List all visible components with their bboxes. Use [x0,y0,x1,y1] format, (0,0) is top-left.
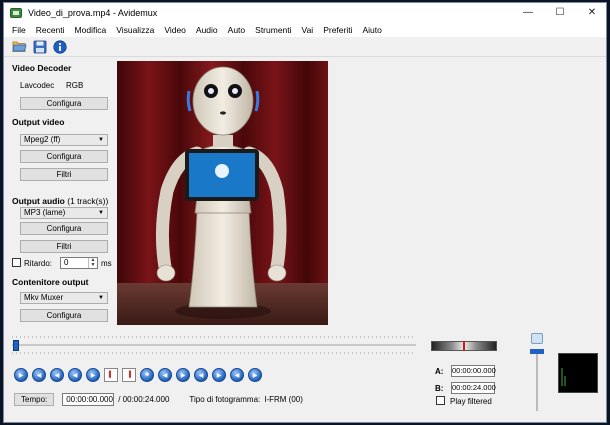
current-time-field[interactable]: 00:00:00.000 [62,392,115,406]
time-button[interactable]: Tempo: [14,392,55,406]
marker-b-value: 00:00:24.000 [451,382,496,394]
menu-file[interactable]: File [4,25,31,35]
audio-meter [561,368,566,386]
set-marker-b-icon[interactable]: ▐ [122,368,136,382]
audio-codec-select[interactable]: MP3 (lame) ▼ [20,207,108,219]
playback-controls: ▶ ◀ ◀ ◀ ▶ ▌ ▐ ■ ◀ ▶ ◀ ▶ ◀ ▶ [14,367,262,383]
back-one-frame-icon[interactable]: ◀ [68,368,82,382]
marker-a-value: 00:00:00.000 [451,365,496,377]
menu-visualizza[interactable]: Visualizza [111,25,159,35]
menu-aiuto[interactable]: Aiuto [357,25,386,35]
back-icon[interactable]: ◀ [50,368,64,382]
menu-audio[interactable]: Audio [191,25,223,35]
container-format-select[interactable]: Mkv Muxer ▼ [20,292,108,304]
timeline-slider[interactable] [10,333,418,357]
rewind-icon[interactable]: ◀ [32,368,46,382]
speaker-icon[interactable] [531,333,543,344]
marker-b-label: B: [435,384,444,393]
audio-delay-value: 0 [64,258,69,267]
go-end-icon[interactable]: ▶ [212,368,226,382]
volume-control[interactable] [529,333,545,415]
forward-one-frame-icon[interactable]: ▶ [86,368,100,382]
minimize-button[interactable]: — [512,3,544,23]
audio-track-count: (1 track(s)) [67,196,109,206]
save-disk-icon[interactable] [32,39,47,54]
menu-vai[interactable]: Vai [297,25,319,35]
chevron-down-icon: ▼ [98,295,104,301]
go-start-icon[interactable]: ◀ [194,368,208,382]
video-configure-button[interactable]: Configura [20,150,108,163]
video-codec-select[interactable]: Mpeg2 (ff) ▼ [20,134,108,146]
play-filtered-label: Play filtered [450,397,492,406]
audio-delay-label: Ritardo: [24,259,53,268]
toolbar [4,37,606,57]
selection-marker [463,341,465,351]
frame-type-label: Tipo di fotogramma: [189,394,261,404]
video-preview [117,61,328,325]
selection-bar [431,341,497,351]
maximize-button[interactable]: ☐ [544,3,576,23]
time-row: Tempo: 00:00:00.000 / 00:00:24.000 Tipo … [14,392,303,406]
audio-delay-spinbox[interactable]: 0 ▲ ▼ [60,257,98,269]
audio-delay-checkbox[interactable] [12,258,21,267]
timeline-track [12,336,416,354]
play-icon[interactable]: ▶ [14,368,28,382]
next-segment-icon[interactable]: ▶ [248,368,262,382]
audio-configure-button[interactable]: Configura [20,222,108,235]
menu-video[interactable]: Video [159,25,191,35]
volume-track[interactable] [536,349,538,411]
menu-strumenti[interactable]: Strumenti [250,25,296,35]
avidemux-app-icon [10,8,22,18]
open-folder-icon[interactable] [12,39,27,54]
robot-video-frame [117,61,328,325]
output-audio-title-text: Output audio [12,196,65,206]
decoder-name: Lavcodec [20,81,55,90]
menu-bar: File Recenti Modifica Visualizza Video A… [4,23,606,37]
frame-type-value: I-FRM (00) [264,394,303,404]
next-keyframe-icon[interactable]: ▶ [176,368,190,382]
audio-delay-unit: ms [101,259,112,268]
prev-keyframe-icon[interactable]: ◀ [158,368,172,382]
video-codec-value: Mpeg2 (ff) [24,135,61,144]
output-container-title: Contenitore output [12,277,89,287]
video-decoder-title: Video Decoder [12,63,72,73]
audio-filters-button[interactable]: Filtri [20,240,108,253]
menu-preferiti[interactable]: Preferiti [318,25,357,35]
volume-thumb[interactable] [530,349,544,354]
timeline-cursor[interactable] [13,340,19,351]
settings-panel: Video Decoder Lavcodec RGB Configura Out… [4,59,112,327]
audio-codec-value: MP3 (lame) [24,208,66,217]
container-configure-button[interactable]: Configura [20,309,108,322]
container-format-value: Mkv Muxer [24,293,64,302]
chevron-down-icon: ▼ [98,210,104,216]
menu-modifica[interactable]: Modifica [70,25,112,35]
info-icon[interactable] [52,39,67,54]
title-bar: Video_di_prova.mp4 - Avidemux — ☐ ✕ [4,3,606,23]
play-filtered-checkbox[interactable] [436,396,445,405]
set-marker-a-icon[interactable]: ▌ [104,368,118,382]
video-decoder-configure-button[interactable]: Configura [20,97,108,110]
marker-a-label: A: [435,367,444,376]
menu-auto[interactable]: Auto [223,25,251,35]
spin-arrows-icon[interactable]: ▲ ▼ [88,258,97,268]
prev-black-frame-icon[interactable]: ■ [140,368,154,382]
video-filters-button[interactable]: Filtri [20,168,108,181]
audio-meter-preview [558,353,598,393]
close-button[interactable]: ✕ [576,3,606,23]
decoder-format: RGB [66,81,84,90]
output-audio-title: Output audio (1 track(s)) [12,196,108,206]
window-title: Video_di_prova.mp4 - Avidemux [28,8,158,18]
chevron-down-icon: ▼ [98,137,104,143]
menu-recenti[interactable]: Recenti [31,25,70,35]
total-time: / 00:00:24.000 [118,394,170,404]
prev-segment-icon[interactable]: ◀ [230,368,244,382]
main-window: Video_di_prova.mp4 - Avidemux — ☐ ✕ File… [3,2,607,423]
output-video-title: Output video [12,117,65,127]
